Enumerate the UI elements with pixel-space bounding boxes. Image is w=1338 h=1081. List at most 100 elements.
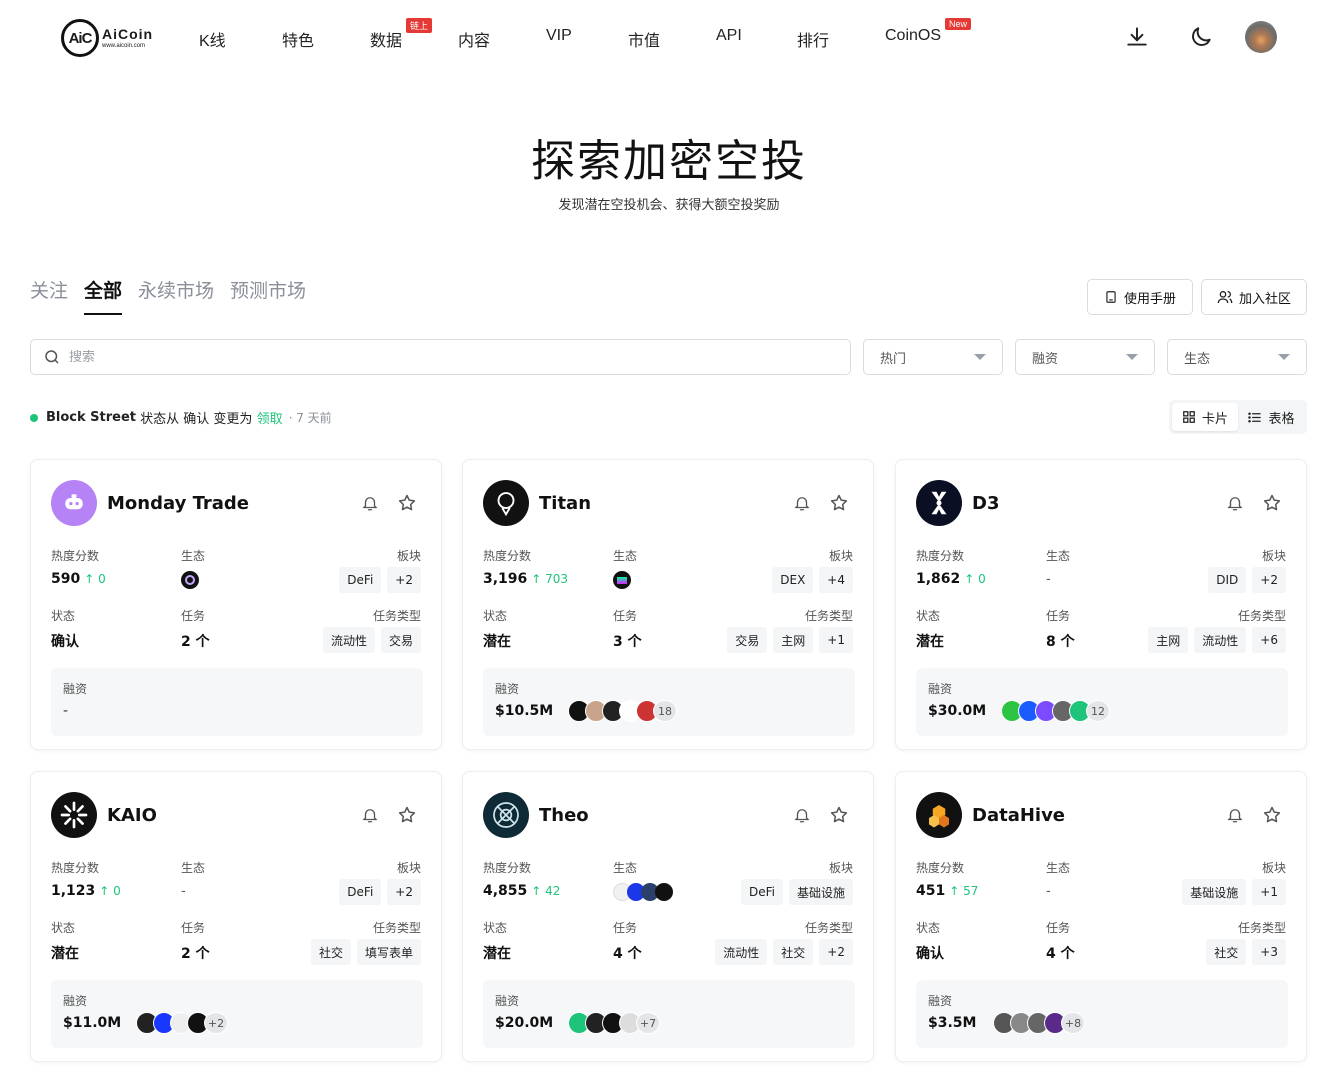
sector-label: 板块	[396, 549, 421, 563]
star-icon[interactable]	[397, 805, 417, 825]
investor-avatars[interactable]: 12	[1001, 700, 1110, 722]
sector-tag[interactable]: DEX	[772, 567, 814, 593]
status-notice: Block Street 状态从 确认 变更为 领取 · 7 天前	[30, 408, 332, 427]
task-type-tag[interactable]: 填写表单	[356, 939, 421, 965]
heat-change: ↑ 42	[531, 884, 561, 898]
filter-ecosystem[interactable]: 生态	[1167, 339, 1307, 375]
task-type-tags: 流动性 交易	[322, 627, 421, 653]
task-type-tag[interactable]: 主网	[773, 627, 814, 653]
task-type-label: 任务类型	[1237, 609, 1286, 623]
project-name[interactable]: DataHive	[972, 805, 1065, 826]
bell-icon[interactable]	[793, 806, 811, 824]
project-card-titan[interactable]: Titan 热度分数 生态 板块 3,196 ↑ 703 DEX +4 状态 任务 …	[462, 459, 874, 750]
sector-tag[interactable]: +1	[1252, 879, 1286, 905]
sector-tag[interactable]: +2	[1252, 567, 1286, 593]
task-type-tag[interactable]: 主网	[1148, 627, 1189, 653]
task-type-tag[interactable]: +1	[819, 627, 853, 653]
investors-more: +2	[204, 1012, 228, 1034]
sector-tag[interactable]: +2	[387, 567, 421, 593]
tab-follow[interactable]: 关注	[30, 276, 68, 313]
notice-project[interactable]: Block Street	[46, 410, 136, 425]
sector-tag[interactable]: +4	[819, 567, 853, 593]
tab-all[interactable]: 全部	[84, 276, 123, 315]
aicoin-logo[interactable]: AiC AiCoin www.aicoin.com	[61, 18, 161, 58]
nav-item-market-cap[interactable]: 市值	[628, 27, 660, 51]
task-type-tag[interactable]: 社交	[310, 939, 351, 965]
star-icon[interactable]	[829, 805, 849, 825]
project-card-kaio[interactable]: KAIO 热度分数 生态 板块 1,123 ↑ 0 - DeFi +2 状态 任务 …	[30, 771, 442, 1062]
investors-more: +7	[636, 1012, 660, 1034]
tab-prediction[interactable]: 预测市场	[230, 276, 306, 313]
live-dot-icon	[30, 413, 38, 422]
sector-tags: DID +2	[1208, 567, 1286, 593]
filter-hot[interactable]: 热门	[863, 339, 1003, 375]
search-box[interactable]	[30, 339, 851, 375]
investor-avatars[interactable]: +7	[568, 1012, 660, 1034]
sector-tag[interactable]: DeFi	[339, 567, 382, 593]
bell-icon[interactable]	[1226, 806, 1244, 824]
nav-item-features[interactable]: 特色	[282, 27, 314, 51]
star-icon[interactable]	[1262, 493, 1282, 513]
status-value: 潜在	[51, 946, 79, 962]
heat-label: 热度分数	[483, 861, 532, 875]
page-subtitle: 发现潜在空投机会、获得大额空投奖励	[558, 198, 780, 213]
nav-item-ranking[interactable]: 排行	[797, 27, 829, 51]
join-community-button[interactable]: 加入社区	[1201, 279, 1307, 315]
project-name[interactable]: KAIO	[107, 805, 157, 826]
task-type-tag[interactable]: +2	[819, 939, 853, 965]
sector-tag[interactable]: +2	[387, 879, 421, 905]
notice-new-status: 领取	[256, 412, 283, 427]
project-card-datahive[interactable]: DataHive 热度分数 生态 板块 451 ↑ 57 - 基础设施 +1 状态 …	[895, 771, 1307, 1062]
investor-avatars[interactable]: +2	[136, 1012, 228, 1034]
sector-tag[interactable]: DeFi	[740, 879, 783, 905]
project-name[interactable]: Theo	[539, 805, 589, 826]
star-icon[interactable]	[1262, 805, 1282, 825]
task-type-tag[interactable]: +3	[1252, 939, 1286, 965]
project-card-theo[interactable]: Theo 热度分数 生态 板块 4,855 ↑ 42 DeFi 基础设施 状态 任务…	[462, 771, 874, 1062]
nav-item-coinos[interactable]: CoinOS New	[885, 18, 972, 45]
project-name[interactable]: D3	[972, 493, 999, 514]
project-name[interactable]: Monday Trade	[107, 493, 249, 514]
bell-icon[interactable]	[361, 494, 379, 512]
task-type-tag[interactable]: 流动性	[715, 939, 768, 965]
task-type-tag[interactable]: 流动性	[1194, 627, 1247, 653]
status-label: 状态	[51, 609, 76, 623]
bell-icon[interactable]	[1226, 494, 1244, 512]
investor-avatars[interactable]: 18	[568, 700, 677, 722]
view-table-button[interactable]: 表格	[1238, 403, 1304, 431]
task-type-tag[interactable]: 流动性	[322, 627, 375, 653]
task-type-tag[interactable]: +6	[1252, 627, 1286, 653]
bell-icon[interactable]	[361, 806, 379, 824]
download-icon[interactable]	[1124, 24, 1150, 50]
funding-panel: 融资 $20.0M +7	[483, 980, 855, 1048]
search-input[interactable]	[69, 349, 769, 365]
nav-item-api[interactable]: API	[716, 27, 742, 45]
top-nav: AiC AiCoin www.aicoin.com K线 特色 数据 链上 内容 …	[0, 0, 1338, 76]
sector-tag[interactable]: DeFi	[339, 879, 382, 905]
project-card-d3[interactable]: D3 热度分数 生态 板块 1,862 ↑ 0 - DID +2 状态 任务 任务类…	[895, 459, 1307, 750]
view-card-button[interactable]: 卡片	[1172, 403, 1238, 431]
bell-icon[interactable]	[793, 494, 811, 512]
moon-icon[interactable]	[1188, 24, 1214, 50]
task-type-tag[interactable]: 社交	[1206, 939, 1247, 965]
sector-label: 板块	[828, 861, 853, 875]
investor-avatars[interactable]: +8	[993, 1012, 1085, 1034]
avatar[interactable]	[1245, 21, 1277, 53]
nav-item-vip[interactable]: VIP	[546, 27, 572, 45]
project-card-monday-trade[interactable]: Monday Trade 热度分数 生态 板块 590 ↑ 0 DeFi +2 状态…	[30, 459, 442, 750]
task-type-tag[interactable]: 交易	[380, 627, 421, 653]
star-icon[interactable]	[397, 493, 417, 513]
sector-tag[interactable]: 基础设施	[1182, 879, 1247, 905]
nav-item-content[interactable]: 内容	[458, 27, 490, 51]
task-type-tag[interactable]: 交易	[727, 627, 768, 653]
tab-perpetual[interactable]: 永续市场	[138, 276, 214, 313]
task-type-tag[interactable]: 社交	[773, 939, 814, 965]
star-icon[interactable]	[829, 493, 849, 513]
sector-tag[interactable]: DID	[1208, 567, 1247, 593]
project-name[interactable]: Titan	[539, 493, 591, 514]
nav-item-data[interactable]: 数据 链上	[370, 18, 433, 51]
nav-item-kline[interactable]: K线	[199, 27, 226, 51]
sector-tag[interactable]: 基础设施	[788, 879, 853, 905]
manual-button[interactable]: 使用手册	[1087, 279, 1193, 315]
filter-funding[interactable]: 融资	[1015, 339, 1155, 375]
